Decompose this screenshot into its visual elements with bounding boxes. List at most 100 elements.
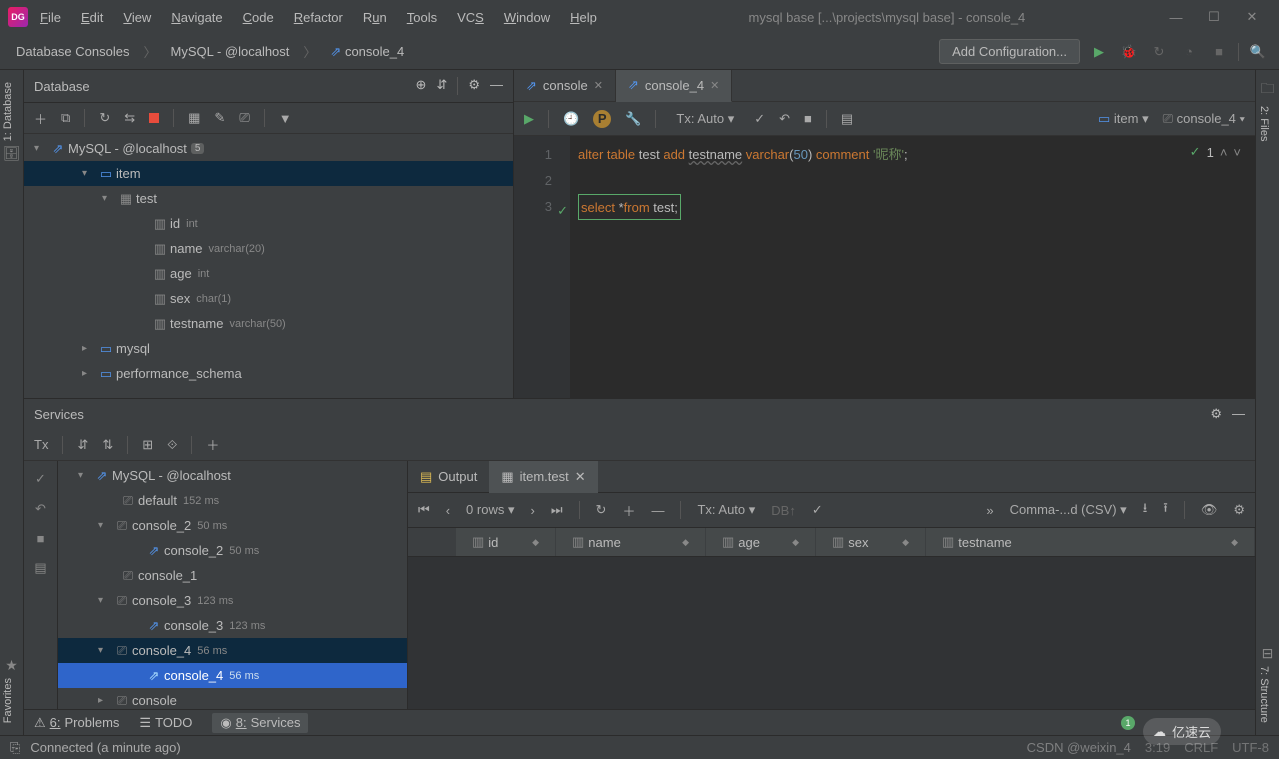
svc-console3-child[interactable]: ⇗console_3123 ms [58,613,407,638]
menu-tools[interactable]: Tools [399,6,445,29]
tree-column[interactable]: ▥sexchar(1) [24,286,513,311]
svc-connection[interactable]: ▾⇗ MySQL - @localhost [58,463,407,488]
history-icon[interactable]: 🕘 [563,111,579,127]
menu-run[interactable]: Run [355,6,395,29]
tree-schema-item[interactable]: ▾▭ item [24,161,513,186]
menu-edit[interactable]: Edit [73,6,111,29]
search-icon[interactable]: 🔍 [1247,41,1269,63]
expand-icon[interactable]: ⇵ [77,437,88,453]
tree-schema-mysql[interactable]: ▸▭ mysql [24,336,513,361]
add-icon[interactable]: ＋ [206,435,219,454]
svc-console2[interactable]: ▾⎚console_250 ms [58,513,407,538]
collapse-icon[interactable]: ⇵ [436,77,447,95]
add-row-icon[interactable]: ＋ [622,501,635,520]
commit-icon[interactable]: ✓ [812,502,823,518]
stop-icon[interactable]: ■ [804,111,812,126]
menu-refactor[interactable]: Refactor [286,6,351,29]
tree-column[interactable]: ▥ageint [24,261,513,286]
view-icon[interactable]: 👁 [1201,502,1218,518]
row-number-header[interactable] [408,528,456,556]
import-icon[interactable]: ⭱ [1163,499,1168,521]
debug-icon[interactable]: 🐞 [1118,41,1140,63]
file-encoding[interactable]: UTF-8 [1232,740,1269,755]
svc-console1[interactable]: ⎚console_1 [58,563,407,588]
tab-todo[interactable]: ☰ TODO [139,715,192,731]
tab-icon[interactable]: ⟐ [167,437,177,453]
crumb-connection[interactable]: MySQL - @localhost [164,42,295,61]
rail-favorites[interactable]: Favorites [0,674,16,727]
col-header-age[interactable]: ▥age◆ [706,528,816,556]
close-icon[interactable]: ✕ [575,469,586,485]
tree-column[interactable]: ▥namevarchar(20) [24,236,513,261]
console-icon[interactable]: ⎚ [239,110,249,126]
close-icon[interactable]: ✕ [710,79,719,92]
first-page-icon[interactable]: ⏮ [418,502,430,518]
remove-row-icon[interactable]: — [651,503,664,518]
menu-help[interactable]: Help [562,6,605,29]
tree-column[interactable]: ▥testnamevarchar(50) [24,311,513,336]
reload-icon[interactable]: ↻ [596,502,607,518]
profile-icon[interactable]: ◔ [1178,41,1200,63]
stop-icon[interactable]: ■ [1208,41,1230,63]
stop-icon[interactable] [149,111,159,126]
svc-console4[interactable]: ▾⎚console_456 ms [58,638,407,663]
tree-connection[interactable]: ▾⇗ MySQL - @localhost 5 [24,136,513,161]
rollback-icon[interactable]: ↶ [35,501,46,517]
maximize-button[interactable]: ☐ [1207,10,1221,24]
col-header-id[interactable]: ▥id◆ [456,528,556,556]
hide-icon[interactable]: — [1232,406,1245,422]
menu-vcs[interactable]: VCS [449,6,492,29]
tab-console4[interactable]: ⇗ console_4 ✕ [616,70,732,102]
gear-icon[interactable]: ⚙ [468,77,480,95]
menu-view[interactable]: View [115,6,159,29]
group-icon[interactable]: ⊞ [142,437,153,453]
edit-icon[interactable]: ✎ [214,110,225,126]
execute-icon[interactable]: ▶ [524,111,534,127]
next-page-icon[interactable]: › [530,503,534,518]
tab-output[interactable]: ▤Output [408,461,489,493]
run-icon[interactable]: ▶ [1088,41,1110,63]
minimize-button[interactable]: — [1169,10,1183,24]
export-icon[interactable]: ⭳ [1143,499,1148,521]
tx-mode-dropdown[interactable]: Tx: Auto ▾ [670,109,740,129]
new-icon[interactable]: ＋ [34,109,47,128]
session-target[interactable]: ⎚ console_4 ▾ [1163,111,1245,127]
collapse-icon[interactable]: ⇅ [102,437,113,453]
crumb-consoles[interactable]: Database Consoles [10,42,135,61]
tab-services[interactable]: ◉ 8: Services [212,713,308,733]
svc-console3[interactable]: ▾⎚console_3123 ms [58,588,407,613]
add-configuration-button[interactable]: Add Configuration... [939,39,1080,64]
hide-icon[interactable]: — [490,77,503,95]
menu-window[interactable]: Window [496,6,558,29]
tab-problems[interactable]: ⚠ 6: Problems [34,715,119,731]
tx-mode-dropdown[interactable]: Tx: Auto ▾ [697,502,755,518]
rollback-icon[interactable]: ↶ [779,111,790,127]
table-icon[interactable]: ▦ [188,110,200,126]
commit-icon[interactable]: ✓ [754,111,765,127]
sync-icon[interactable]: ⇆ [124,110,135,126]
format-dropdown[interactable]: Comma-...d (CSV) ▾ [1010,502,1127,518]
rail-files[interactable]: 2: Files [1256,102,1272,145]
tab-item-test[interactable]: ▦item.test ✕ [489,461,597,493]
rail-database[interactable]: 1: Database [0,78,16,145]
svc-default[interactable]: ⎚default152 ms [58,488,407,513]
target-icon[interactable]: ⊕ [416,77,427,95]
sync-icon[interactable]: ⎘ [10,740,20,756]
explain-icon[interactable]: P [593,110,611,128]
layout-icon[interactable]: ▤ [34,560,46,576]
menu-code[interactable]: Code [235,6,282,29]
menu-file[interactable]: FFileile [32,6,69,29]
filter-icon[interactable]: ▼ [279,111,292,126]
tree-table-test[interactable]: ▾▦ test [24,186,513,211]
schema-target[interactable]: ▭ item ▾ [1098,111,1149,127]
menu-navigate[interactable]: Navigate [163,6,230,29]
stop-icon[interactable]: ■ [37,531,45,546]
close-button[interactable]: ✕ [1245,10,1259,24]
close-icon[interactable]: ✕ [594,79,603,92]
svc-console4-child[interactable]: ⇗console_456 ms [58,663,407,688]
inspection-widget[interactable]: ✓ 1 ˄ ˅ [1190,144,1241,160]
coverage-icon[interactable]: ↻ [1148,41,1170,63]
code-editor[interactable]: 1 2 3✓ alter table test add testname var… [514,136,1255,398]
col-header-name[interactable]: ▥name◆ [556,528,706,556]
more-icon[interactable]: » [986,503,993,518]
